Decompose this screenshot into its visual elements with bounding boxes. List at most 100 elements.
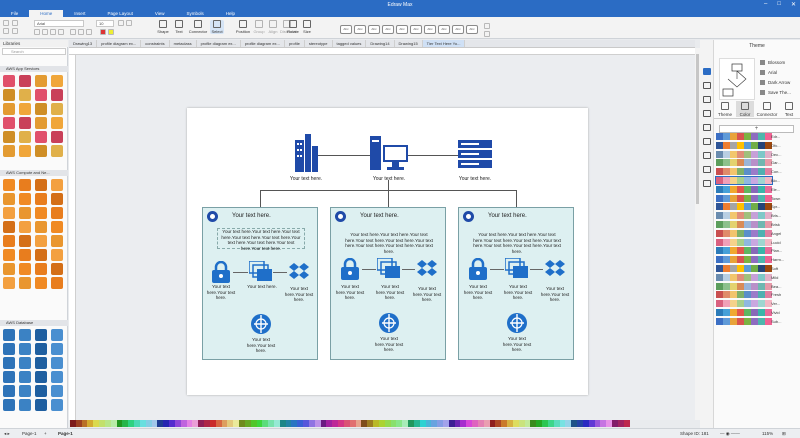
style-swatch[interactable]: Abc (424, 25, 436, 34)
library-shape[interactable] (3, 207, 15, 219)
library-shape[interactable] (51, 221, 63, 233)
data-panel-icon[interactable] (703, 138, 711, 145)
doc-tab[interactable]: Drawing15 (395, 40, 423, 47)
menu-page-layout[interactable]: Page Layout (97, 10, 144, 17)
color-palette-row[interactable] (716, 229, 772, 237)
library-shape[interactable] (19, 193, 31, 205)
library-shape[interactable] (35, 235, 47, 247)
connector-line[interactable] (362, 269, 376, 270)
color-palette-row[interactable] (716, 273, 772, 281)
library-shape[interactable] (3, 193, 15, 205)
doc-tab[interactable]: profile (285, 40, 305, 47)
rotate-tool[interactable]: Rotate (286, 20, 300, 34)
library-shape[interactable] (51, 145, 63, 157)
library-shape[interactable] (35, 343, 47, 355)
menu-home[interactable]: Home (29, 10, 64, 17)
maximize-icon[interactable]: □ (777, 1, 781, 8)
library-shape[interactable] (3, 263, 15, 275)
library-shape[interactable] (19, 343, 31, 355)
library-shape[interactable] (51, 235, 63, 247)
menu-symbols[interactable]: Symbols (176, 10, 215, 17)
tab-text[interactable]: Text (780, 101, 798, 117)
library-shape[interactable] (35, 75, 47, 87)
library-shape[interactable] (35, 249, 47, 261)
library-shape[interactable] (3, 249, 15, 261)
library-shape[interactable] (19, 145, 31, 157)
container-body-text[interactable]: Your text here.Your text here.Your text … (473, 232, 561, 254)
library-shape[interactable] (19, 249, 31, 261)
text-tool[interactable]: Text (172, 20, 186, 34)
library-shape[interactable] (51, 249, 63, 261)
grow-font-icon[interactable] (118, 20, 124, 26)
strikethrough-icon[interactable] (58, 29, 64, 35)
page-label[interactable]: Page-1 (22, 431, 37, 436)
library-section-aws-compute[interactable]: AWS Compute and Ne... (0, 170, 68, 176)
tab-color[interactable]: Color (736, 101, 754, 117)
theme-option-arrow[interactable]: Dark Arrow (760, 80, 790, 86)
history-panel-icon[interactable] (703, 166, 711, 173)
library-shape[interactable] (35, 221, 47, 233)
doc-tab[interactable]: profile diagram ex... (241, 40, 285, 47)
library-shape[interactable] (51, 399, 63, 411)
font-family-select[interactable]: Arial (34, 20, 84, 27)
connector-line[interactable] (516, 190, 517, 207)
tab-theme[interactable]: Theme (716, 101, 734, 117)
library-shape[interactable] (3, 221, 15, 233)
color-palette-row[interactable] (716, 317, 772, 325)
doc-tab[interactable]: tagged values (333, 40, 367, 47)
library-shape[interactable] (19, 75, 31, 87)
library-shape[interactable] (19, 371, 31, 383)
library-shape[interactable] (35, 131, 47, 143)
library-shape[interactable] (35, 371, 47, 383)
library-shape[interactable] (35, 193, 47, 205)
library-shape[interactable] (19, 207, 31, 219)
library-shape[interactable] (19, 329, 31, 341)
container-body-text[interactable]: Your text here.Your text here.Your text … (345, 232, 433, 254)
library-shape[interactable] (3, 371, 15, 383)
library-shape[interactable] (51, 75, 63, 87)
connector-line[interactable] (273, 272, 287, 273)
minimize-icon[interactable]: – (764, 1, 767, 8)
color-palette-row[interactable] (716, 309, 772, 316)
color-palette-row[interactable] (716, 150, 772, 158)
doc-tab-active[interactable]: Tier Text Here Yo... (422, 40, 466, 47)
library-section-aws-database[interactable]: AWS Database (0, 320, 68, 326)
library-shape[interactable] (19, 263, 31, 275)
style-swatch[interactable]: Abc (410, 25, 422, 34)
library-shape[interactable] (35, 329, 47, 341)
style-swatch[interactable]: Abc (368, 25, 380, 34)
tab-connector[interactable]: Connector (756, 101, 778, 117)
shape-tool[interactable]: Shape (156, 20, 170, 34)
color-palette-bar[interactable] (70, 420, 630, 427)
library-shape[interactable] (51, 357, 63, 369)
connector-line[interactable] (233, 272, 248, 273)
format-painter-icon[interactable] (12, 28, 18, 34)
server-rack-icon[interactable] (458, 140, 492, 170)
library-shape[interactable] (35, 277, 47, 289)
image-panel-icon[interactable] (703, 96, 711, 103)
style-swatch[interactable]: Abc (354, 25, 366, 34)
connector-line[interactable] (405, 155, 460, 156)
library-shape[interactable] (35, 357, 47, 369)
library-shape[interactable] (51, 343, 63, 355)
theme-option-font[interactable]: Arial (760, 70, 777, 76)
library-shape[interactable] (3, 385, 15, 397)
select-tool[interactable]: Select (210, 20, 224, 34)
style-swatch[interactable]: Abc (452, 25, 464, 34)
cut-icon[interactable] (3, 20, 9, 26)
line-icon[interactable] (484, 31, 490, 37)
style-swatch[interactable]: Abc (438, 25, 450, 34)
color-palette-row[interactable] (716, 194, 772, 202)
zoom-level[interactable]: 115% (762, 431, 773, 436)
doc-tab[interactable]: stereotype (305, 40, 333, 47)
theme-preview-thumbnail[interactable] (719, 58, 755, 100)
library-section-aws-app-services[interactable]: AWS App Services (0, 66, 68, 72)
connector-line[interactable] (530, 269, 543, 270)
theme-option-blossom[interactable]: Blossom (760, 60, 785, 66)
library-shape[interactable] (35, 89, 47, 101)
italic-icon[interactable] (42, 29, 48, 35)
library-shape[interactable] (51, 263, 63, 275)
menu-insert[interactable]: Insert (63, 10, 96, 17)
doc-tab[interactable]: Drawing13 (69, 40, 98, 47)
paste-icon[interactable] (12, 20, 18, 26)
